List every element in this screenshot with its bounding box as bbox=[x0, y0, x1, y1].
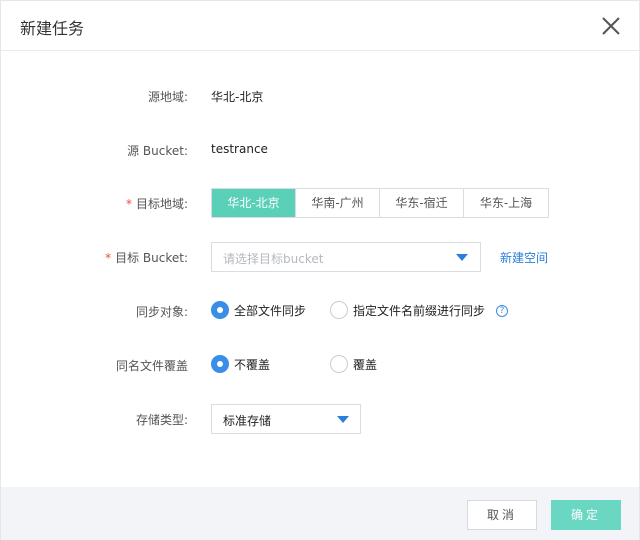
storage-type-label: 存储类型: bbox=[135, 413, 188, 427]
radio-overwrite[interactable]: 覆盖 bbox=[330, 355, 377, 373]
target-bucket-label-text: 目标 Bucket: bbox=[115, 251, 188, 265]
source-region-label: 源地域: bbox=[147, 90, 188, 104]
radio-unchecked-icon bbox=[330, 301, 348, 319]
source-region-value: 华北-北京 bbox=[211, 90, 264, 104]
close-icon[interactable] bbox=[599, 14, 623, 38]
confirm-button[interactable]: 确定 bbox=[551, 500, 621, 530]
radio-sync-prefix[interactable]: 指定文件名前缀进行同步 bbox=[330, 301, 485, 319]
row-source-bucket: 源 Bucket: testrance bbox=[1, 134, 639, 166]
radio-checked-icon bbox=[211, 355, 229, 373]
sync-object-label: 同步对象: bbox=[135, 305, 188, 319]
radio-no-overwrite-label: 不覆盖 bbox=[234, 357, 271, 372]
row-overwrite: 同名文件覆盖 不覆盖 覆盖 bbox=[1, 349, 639, 381]
radio-unchecked-icon bbox=[330, 355, 348, 373]
storage-type-value: 标准存储 bbox=[223, 414, 272, 428]
target-region-label: * 目标地域: bbox=[126, 195, 188, 212]
dialog-title: 新建任务 bbox=[20, 19, 85, 38]
radio-checked-icon bbox=[211, 301, 229, 319]
storage-type-select[interactable]: 标准存储 bbox=[211, 404, 361, 434]
radio-sync-all-label: 全部文件同步 bbox=[234, 303, 307, 318]
radio-sync-all[interactable]: 全部文件同步 bbox=[211, 301, 306, 319]
source-bucket-value: testrance bbox=[211, 142, 268, 156]
row-storage-type: 存储类型: 标准存储 bbox=[1, 403, 639, 435]
row-source-region: 源地域: 华北-北京 bbox=[1, 80, 639, 112]
radio-sync-prefix-label: 指定文件名前缀进行同步 bbox=[353, 303, 486, 318]
new-bucket-link[interactable]: 新建空间 bbox=[500, 249, 548, 266]
target-region-selector: 华北-北京 华南-广州 华东-宿迁 华东-上海 bbox=[211, 188, 549, 218]
dialog-header: 新建任务 bbox=[1, 1, 639, 51]
radio-overwrite-label: 覆盖 bbox=[353, 357, 378, 372]
target-bucket-select[interactable]: 请选择目标bucket bbox=[211, 242, 481, 272]
row-target-region: * 目标地域: 华北-北京 华南-广州 华东-宿迁 华东-上海 bbox=[1, 187, 639, 219]
region-option-guangzhou[interactable]: 华南-广州 bbox=[296, 189, 380, 217]
new-task-dialog: 新建任务 源地域: 华北-北京 源 Bucket: testrance * 目标地… bbox=[0, 0, 640, 540]
required-mark: * bbox=[105, 251, 112, 265]
help-icon[interactable]: ? bbox=[496, 305, 508, 317]
source-bucket-label: 源 Bucket: bbox=[127, 144, 188, 158]
region-option-beijing[interactable]: 华北-北京 bbox=[212, 189, 296, 217]
chevron-down-icon bbox=[337, 416, 349, 423]
target-region-label-text: 目标地域: bbox=[135, 197, 188, 211]
radio-no-overwrite[interactable]: 不覆盖 bbox=[211, 355, 270, 373]
required-mark: * bbox=[125, 197, 132, 211]
region-option-suqian[interactable]: 华东-宿迁 bbox=[380, 189, 464, 217]
row-target-bucket: * 目标 Bucket: 请选择目标bucket 新建空间 bbox=[1, 241, 639, 273]
chevron-down-icon bbox=[456, 254, 468, 261]
cancel-button[interactable]: 取消 bbox=[467, 500, 537, 530]
target-bucket-label: * 目标 Bucket: bbox=[105, 249, 188, 266]
target-bucket-placeholder: 请选择目标bucket bbox=[223, 252, 324, 266]
overwrite-label: 同名文件覆盖 bbox=[115, 359, 188, 373]
dialog-footer: 取消 确定 bbox=[1, 487, 639, 540]
row-sync-object: 同步对象: 全部文件同步 指定文件名前缀进行同步 ? bbox=[1, 295, 639, 327]
region-option-shanghai[interactable]: 华东-上海 bbox=[464, 189, 548, 217]
